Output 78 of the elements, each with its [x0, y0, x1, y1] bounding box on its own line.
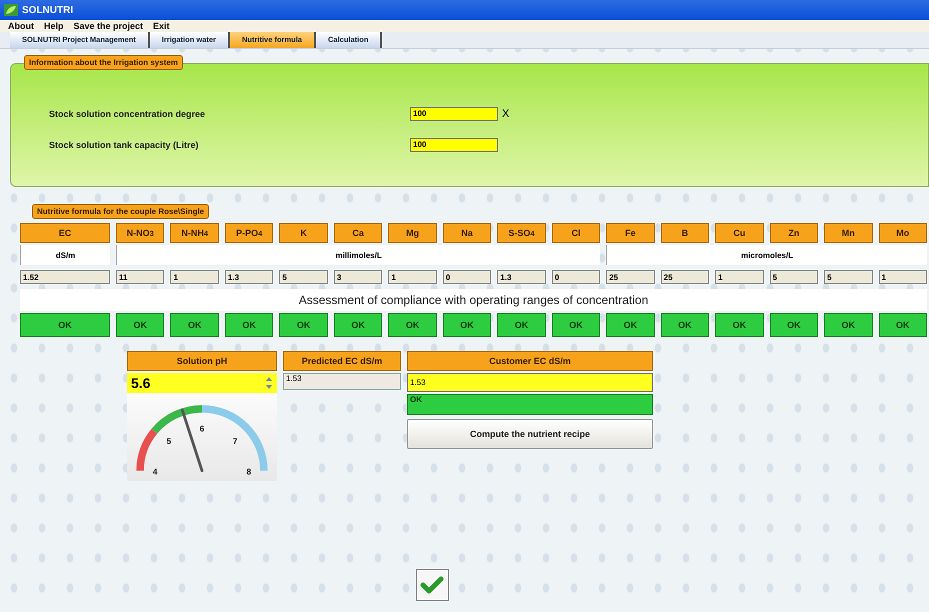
section-title: Nutritive formula for the couple Rose\Single [32, 204, 210, 219]
unit-label: dS/m [20, 245, 110, 265]
status-cell: OK [334, 313, 382, 337]
column-header: Predicted EC dS/m [283, 351, 401, 371]
value-field[interactable]: 1.3 [497, 270, 546, 284]
unit-label: micromoles/L [606, 245, 927, 265]
section-title: Information about the Irrigation system [24, 55, 183, 70]
tick-label: 7 [232, 436, 238, 446]
menu-item[interactable]: About [8, 21, 34, 31]
tick-label: 5 [166, 436, 172, 446]
status-cell: OK [116, 313, 164, 337]
tick-label: 8 [246, 466, 252, 476]
column-header: Na [442, 223, 492, 243]
column-header: B [660, 223, 710, 243]
compute-button[interactable]: Compute the nutrient recipe [407, 419, 653, 449]
column-header: EC [20, 223, 110, 243]
input-field[interactable]: 100 [410, 106, 498, 120]
value-field[interactable]: 25 [660, 270, 710, 284]
value-field[interactable]: 3 [334, 270, 382, 284]
spinner-arrows-icon [265, 375, 273, 391]
spin-field[interactable]: 5.6 [127, 373, 277, 393]
gauge-needle [180, 408, 204, 472]
assessment-banner: Assessment of compliance with operating ranges of concentration [20, 289, 927, 311]
status-cell: OK [224, 313, 274, 337]
value-field[interactable]: 0 [442, 270, 492, 284]
column-header: Mn [824, 223, 873, 243]
status-cell: OK [388, 313, 437, 337]
status-cell: OK [878, 313, 927, 337]
column-header: Solution pH [127, 351, 277, 371]
status-cell: OK [660, 313, 710, 337]
field-label: Stock solution tank capacity (Litre) [49, 140, 200, 150]
menu-item[interactable]: Exit [153, 21, 170, 31]
value-field[interactable]: 1 [170, 270, 219, 284]
status-cell: OK [170, 313, 219, 337]
column-header: Ca [334, 223, 382, 243]
value-field[interactable]: 0 [552, 270, 600, 284]
value-field[interactable]: 1 [388, 270, 437, 284]
checkmark-icon [420, 575, 444, 595]
menu-item[interactable]: Help [44, 21, 64, 31]
unit-label: millimoles/L [116, 245, 600, 265]
status-cell: OK [715, 313, 764, 337]
value-field[interactable]: 5 [279, 270, 328, 284]
status-cell: OK [770, 313, 818, 337]
column-header: Fe [606, 223, 655, 243]
unit-label: X [502, 108, 510, 120]
column-header: Mg [388, 223, 437, 243]
field-label: Stock solution concentration degree [49, 108, 206, 118]
value-field[interactable]: 1 [715, 270, 764, 284]
value-field[interactable]: 5 [824, 270, 873, 284]
value-field[interactable]: 1.3 [224, 270, 274, 284]
column-header: Mo [878, 223, 927, 243]
status-cell: OK [497, 313, 546, 337]
value-field[interactable]: 11 [116, 270, 164, 284]
confirm-button[interactable] [416, 569, 448, 601]
column-header: Customer EC dS/m [407, 351, 653, 371]
column-header: Cu [715, 223, 764, 243]
input-field[interactable]: 1.53 [407, 373, 653, 392]
column-header: Zn [770, 223, 818, 243]
window-title: SOLNUTRI [22, 4, 74, 16]
menu-item[interactable]: Save the project [74, 21, 144, 31]
tick-label: 6 [200, 423, 204, 434]
input-field[interactable]: 100 [410, 138, 498, 152]
status-cell: OK [442, 313, 492, 337]
leaf-icon [4, 4, 18, 16]
status-cell: OK [279, 313, 328, 337]
status-cell: OK [20, 313, 110, 337]
value-field[interactable]: 5 [770, 270, 818, 284]
status-cell: OK [824, 313, 873, 337]
column-header: Cl [552, 223, 600, 243]
value-field[interactable]: 1.52 [20, 270, 110, 284]
status-bar: OK [407, 394, 653, 415]
value-field[interactable]: 1 [878, 270, 927, 284]
status-cell: OK [552, 313, 600, 337]
status-cell: OK [606, 313, 655, 337]
column-header: K [279, 223, 328, 243]
value-field[interactable]: 25 [606, 270, 655, 284]
tick-label: 4 [152, 466, 158, 476]
value-field[interactable]: 1.53 [283, 373, 401, 390]
